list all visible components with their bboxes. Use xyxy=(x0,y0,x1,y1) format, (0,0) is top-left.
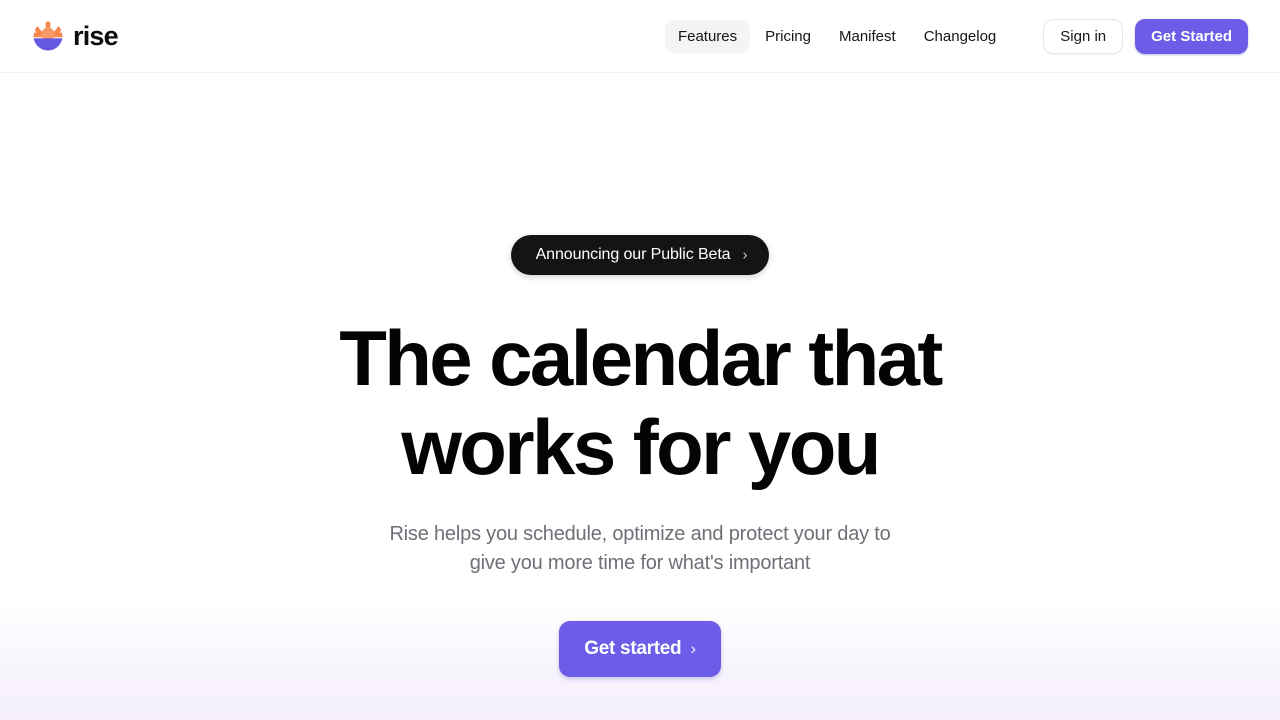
page-subtitle-line-2: give you more time for what's important xyxy=(469,552,811,574)
site-header: rise Features Pricing Manifest Changelog… xyxy=(0,0,1280,73)
sunrise-icon xyxy=(32,20,64,52)
chevron-right-icon: › xyxy=(742,246,748,263)
hero-section: Announcing our Public Beta › The calenda… xyxy=(0,73,1280,677)
nav-actions: Sign in Get Started xyxy=(1043,18,1248,54)
nav-item-pricing[interactable]: Pricing xyxy=(752,20,824,53)
announcement-banner[interactable]: Announcing our Public Beta › xyxy=(510,235,770,275)
announcement-label: Announcing our Public Beta xyxy=(535,246,731,263)
get-started-cta-button[interactable]: Get started › xyxy=(559,621,721,677)
page-subtitle: Rise helps you schedule, optimize and pr… xyxy=(0,520,1280,578)
chevron-right-icon: › xyxy=(690,638,696,658)
sign-in-button[interactable]: Sign in xyxy=(1043,18,1124,54)
nav-item-changelog[interactable]: Changelog xyxy=(911,20,1010,53)
cta-container: Get started › xyxy=(0,621,1280,677)
brand-name: rise xyxy=(73,20,119,51)
page-subtitle-line-1: Rise helps you schedule, optimize and pr… xyxy=(389,523,891,545)
get-started-cta-label: Get started xyxy=(584,638,682,659)
get-started-button[interactable]: Get Started xyxy=(1135,18,1248,54)
page-title: The calendar that works for you xyxy=(0,314,1280,492)
nav-item-features[interactable]: Features xyxy=(664,19,751,53)
page-title-line-1: The calendar that xyxy=(339,314,943,402)
nav-item-manifest[interactable]: Manifest xyxy=(826,20,909,53)
main-nav: Features Pricing Manifest Changelog Sign… xyxy=(664,18,1248,54)
page-title-line-2: works for you xyxy=(401,403,881,491)
brand-logo[interactable]: rise xyxy=(32,20,119,52)
